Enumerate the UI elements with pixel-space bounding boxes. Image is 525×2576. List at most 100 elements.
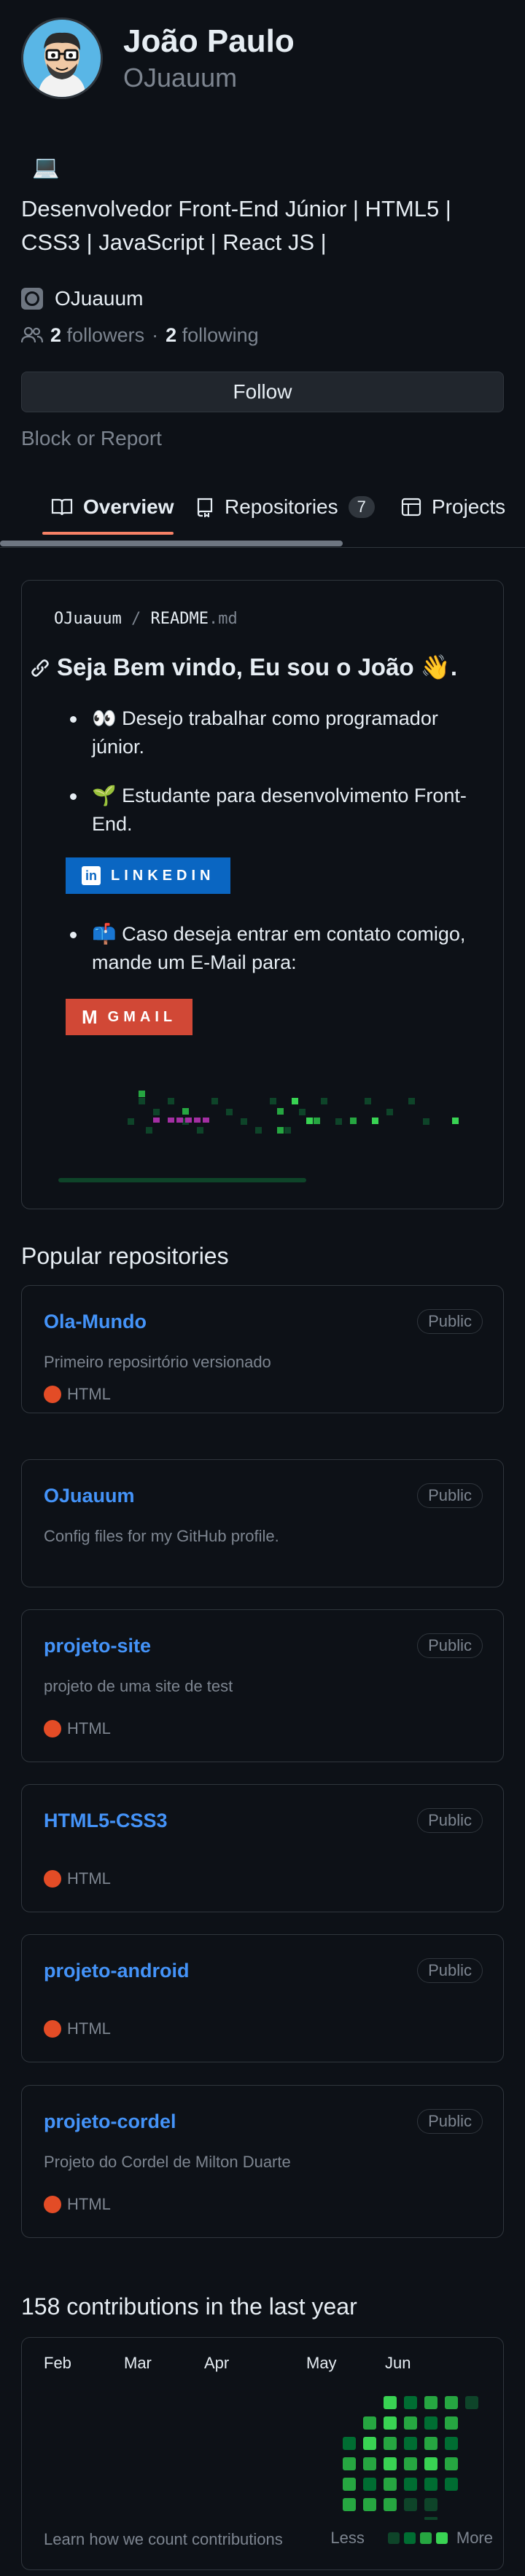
readme-path-user[interactable]: OJuauum — [54, 610, 122, 628]
repo-name-link[interactable]: HTML5-CSS3 — [44, 1810, 168, 1832]
readme-heading: Seja Bem vindo, Eu sou o João 👋. — [29, 653, 457, 682]
avatar[interactable] — [21, 17, 103, 99]
tab-label: Overview — [83, 495, 174, 518]
tabs-scrollbar[interactable] — [0, 541, 343, 546]
repo-count-badge: 7 — [348, 496, 375, 518]
linkedin-badge[interactable]: in LINKEDIN — [66, 857, 231, 894]
repo-description: Primeiro reposirtório versionado — [44, 1353, 271, 1371]
repo-language: HTML — [44, 1719, 111, 1738]
repo-language: HTML — [44, 2195, 111, 2214]
legend-level-4 — [435, 2532, 448, 2544]
repo-description: projeto de uma site de test — [44, 1677, 233, 1695]
repo-language: HTML — [44, 2019, 111, 2038]
separator: · — [152, 323, 159, 346]
profile-login: OJuauum — [123, 63, 238, 93]
list-item-text: 👀 Desejo trabalhar como programador júni… — [92, 707, 438, 758]
readme-path: OJuauum / README.md — [54, 610, 238, 628]
repo-name-link[interactable]: OJuauum — [44, 1485, 135, 1507]
tab-label: Projects — [432, 495, 506, 518]
organization-icon — [21, 288, 43, 310]
legend-level-3 — [419, 2532, 432, 2544]
tab-repositories[interactable]: Repositories 7 — [195, 481, 375, 533]
repo-card: Ola-Mundo Public Primeiro reposirtório v… — [21, 1285, 504, 1413]
status-emoji[interactable]: 💻 — [32, 154, 59, 180]
repo-card: projeto-cordel Public Projeto do Cordel … — [21, 2085, 504, 2238]
readme-path-ext: .md — [208, 610, 238, 628]
link-icon[interactable] — [29, 657, 51, 679]
contributions-help-link[interactable]: Learn how we count contributions — [44, 2530, 283, 2549]
language-name: HTML — [67, 1869, 111, 1888]
language-name: HTML — [67, 2019, 111, 2038]
language-color-dot — [44, 1870, 61, 1888]
contribution-snake-animation — [58, 1091, 459, 1182]
tab-label: Repositories — [225, 495, 338, 518]
active-tab-indicator — [42, 532, 174, 535]
gmail-icon: M — [82, 1005, 98, 1028]
month-label: Apr — [204, 2354, 230, 2372]
visibility-badge: Public — [417, 1808, 483, 1833]
tab-projects[interactable]: Projects — [401, 481, 505, 533]
visibility-badge: Public — [417, 1309, 483, 1334]
visibility-badge: Public — [417, 1958, 483, 1983]
gmail-badge-label: GMAIL — [107, 1008, 177, 1025]
gmail-badge[interactable]: M GMAIL — [66, 999, 193, 1035]
table-icon — [401, 498, 421, 517]
repo-name-link[interactable]: projeto-android — [44, 1960, 189, 1982]
repo-name-link[interactable]: Ola-Mundo — [44, 1311, 147, 1333]
language-color-dot — [44, 2196, 61, 2213]
following-count: 2 — [166, 323, 177, 346]
contribution-calendar: Feb Mar Apr May Jun Learn how we count c… — [21, 2337, 504, 2570]
book-icon — [51, 498, 73, 516]
profile-page: João Paulo OJuauum 💻 Desenvolvedor Front… — [0, 0, 525, 2576]
profile-bio: Desenvolvedor Front-End Júnior | HTML5 |… — [21, 196, 451, 255]
language-name: HTML — [67, 1385, 111, 1403]
month-label: Mar — [124, 2354, 152, 2372]
readme-card: OJuauum / README.md Seja Bem vindo, Eu s… — [21, 580, 504, 1209]
block-or-report-link[interactable]: Block or Report — [21, 427, 162, 450]
popular-repos-title: Popular repositories — [21, 1243, 229, 1269]
language-name: HTML — [67, 2195, 111, 2213]
list-item-text: 📫 Caso deseja entrar em contato comigo, … — [92, 923, 466, 973]
legend-level-1 — [387, 2532, 400, 2544]
profile-header: João Paulo OJuauum — [21, 17, 504, 105]
company-name[interactable]: OJuauum — [55, 287, 143, 310]
visibility-badge: Public — [417, 1483, 483, 1508]
profile-name: João Paulo — [123, 23, 295, 59]
followers-label: followers — [66, 323, 145, 346]
readme-list: 👀 Desejo trabalhar como programador júni… — [66, 704, 474, 1035]
following-label: following — [182, 323, 259, 346]
repo-card: projeto-site Public projeto de uma site … — [21, 1609, 504, 1762]
list-item: 🌱 Estudante para desenvolvimento Front-E… — [66, 782, 474, 894]
follow-button[interactable]: Follow — [21, 372, 504, 412]
people-icon — [21, 326, 43, 343]
followers-link[interactable]: 2 followers — [50, 324, 144, 347]
repo-name-link[interactable]: projeto-site — [44, 1635, 151, 1657]
list-item-text: 🌱 Estudante para desenvolvimento Front-E… — [92, 785, 467, 835]
followers-row: 2 followers · 2 following — [21, 321, 259, 350]
month-label: Jun — [385, 2354, 411, 2372]
list-item: 📫 Caso deseja entrar em contato comigo, … — [66, 920, 474, 1035]
profile-company: OJuauum — [21, 284, 143, 313]
contribution-legend: Less More — [330, 2529, 493, 2548]
profile-tabs: Overview Repositories 7 Projects — [0, 481, 525, 548]
contributions-title: 158 contributions in the last year — [21, 2293, 357, 2320]
repo-icon — [197, 498, 213, 517]
readme-path-file: README — [150, 610, 209, 628]
readme-title-text: Seja Bem vindo, Eu sou o João 👋. — [57, 653, 458, 680]
repo-name-link[interactable]: projeto-cordel — [44, 2110, 176, 2133]
legend-level-2 — [403, 2532, 416, 2544]
repo-language: HTML — [44, 1385, 111, 1404]
repo-card: projeto-android Public HTML — [21, 1934, 504, 2062]
week-column — [343, 2437, 356, 2511]
following-link[interactable]: 2 following — [166, 324, 259, 347]
followers-count: 2 — [50, 323, 62, 346]
language-color-dot — [44, 1720, 61, 1737]
linkedin-badge-label: LINKEDIN — [111, 867, 215, 884]
linkedin-icon: in — [82, 866, 101, 885]
list-item: 👀 Desejo trabalhar como programador júni… — [66, 704, 474, 761]
repo-language: HTML — [44, 1869, 111, 1888]
repo-card: OJuauum Public Config files for my GitHu… — [21, 1459, 504, 1587]
readme-path-separator: / — [131, 610, 141, 628]
tab-overview[interactable]: Overview — [51, 481, 174, 533]
repo-card: HTML5-CSS3 Public HTML — [21, 1784, 504, 1912]
